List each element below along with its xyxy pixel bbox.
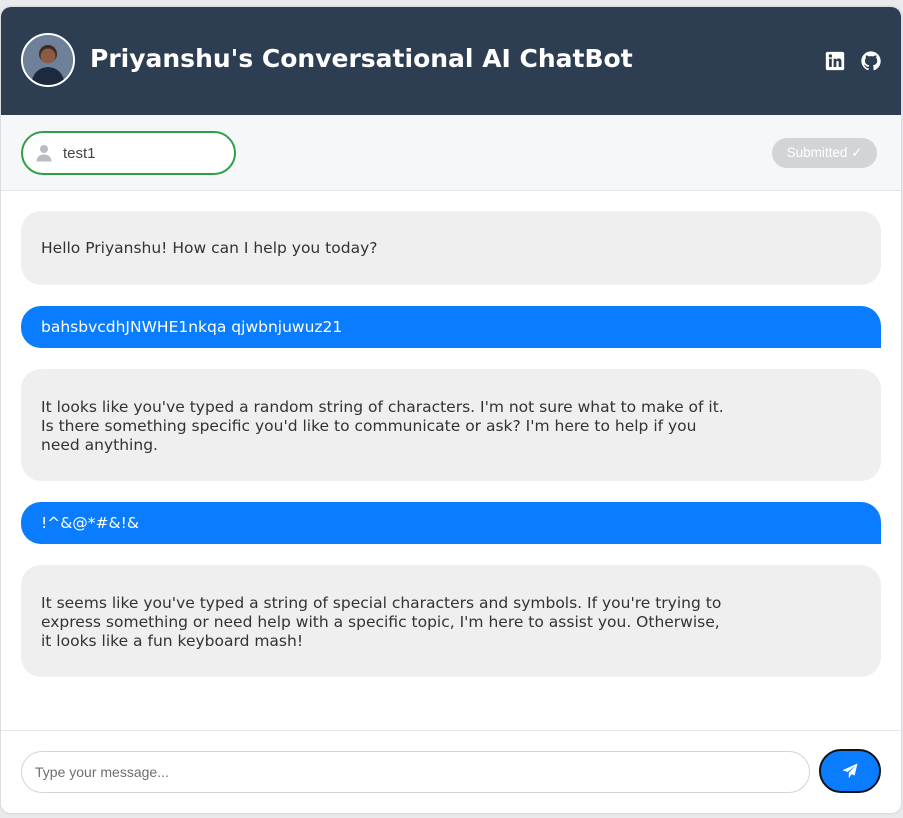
- send-button[interactable]: [819, 749, 881, 793]
- message-text: Hello Priyanshu! How can I help you toda…: [41, 239, 378, 257]
- page-title: Priyanshu's Conversational AI ChatBot: [90, 44, 633, 73]
- chat-messages: Hello Priyanshu! How can I help you toda…: [1, 191, 901, 731]
- chat-window: Priyanshu's Conversational AI ChatBot te…: [1, 7, 901, 813]
- avatar: [21, 33, 75, 87]
- paper-plane-icon: [842, 763, 858, 779]
- linkedin-icon[interactable]: [824, 50, 846, 72]
- bot-message: It seems like you've typed a string of s…: [21, 565, 881, 677]
- user-photo-icon: [23, 35, 73, 85]
- composer: [1, 730, 901, 813]
- username-value[interactable]: test1: [63, 145, 96, 162]
- username-bar: test1 Submitted ✓: [1, 115, 901, 191]
- app-header: Priyanshu's Conversational AI ChatBot: [1, 7, 901, 115]
- username-field[interactable]: test1: [21, 131, 236, 175]
- message-text: It seems like you've typed a string of s…: [41, 594, 722, 650]
- message-text: bahsbvcdhJNWHE1nkqa qjwbnjuwuz21: [41, 318, 343, 336]
- user-icon: [36, 145, 52, 162]
- bot-message: It looks like you've typed a random stri…: [21, 369, 881, 481]
- github-icon[interactable]: [860, 50, 882, 72]
- user-message: !^&@*#&!&: [21, 502, 881, 544]
- message-text: !^&@*#&!&: [41, 514, 139, 532]
- bot-message: Hello Priyanshu! How can I help you toda…: [21, 211, 881, 285]
- message-text: It looks like you've typed a random stri…: [41, 398, 724, 454]
- submitted-button[interactable]: Submitted ✓: [772, 138, 877, 168]
- social-links: [824, 50, 882, 72]
- message-input[interactable]: [21, 751, 810, 793]
- user-message: bahsbvcdhJNWHE1nkqa qjwbnjuwuz21: [21, 306, 881, 348]
